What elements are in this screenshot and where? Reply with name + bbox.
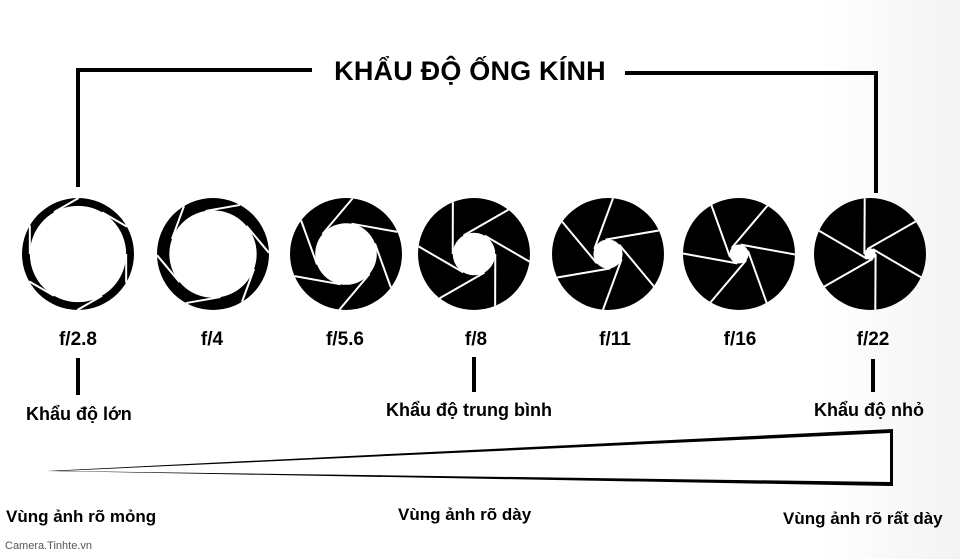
aperture-diagram: KHẨU ĐỘ ỐNG KÍNH f/2.8 f/4 f/5.6 f/8 f/1… [0, 0, 960, 559]
aperture-icon-f22 [814, 198, 926, 310]
top-bracket-left [76, 68, 312, 187]
aperture-icon-f4 [156, 198, 270, 310]
diagram-title: KHẨU ĐỘ ỐNG KÍNH [334, 56, 606, 86]
fstop-label-f11: f/11 [599, 329, 631, 350]
watermark: Camera.Tinhte.vn [5, 540, 93, 552]
category-medium-aperture: Khẩu độ trung bình [386, 400, 552, 420]
dof-deep: Vùng ảnh rõ rất dày [783, 509, 943, 528]
fstop-label-f16: f/16 [723, 329, 757, 350]
fstop-label-f5-6: f/5.6 [325, 329, 365, 350]
dof-medium: Vùng ảnh rõ dày [398, 505, 532, 524]
fstop-label-f2-8: f/2.8 [58, 329, 98, 350]
depth-of-field-wedge-inner [60, 433, 890, 482]
dof-shallow: Vùng ảnh rõ mỏng [6, 507, 157, 526]
aperture-icon-f2-8 [22, 197, 134, 311]
top-bracket-right [625, 71, 878, 193]
fstop-label-f4: f/4 [200, 329, 224, 350]
fstop-label-f22: f/22 [856, 329, 890, 350]
aperture-icon-f8 [418, 198, 530, 310]
category-large-aperture: Khẩu độ lớn [26, 404, 132, 424]
category-small-aperture: Khẩu độ nhỏ [814, 400, 924, 420]
aperture-icon-f5-6 [290, 197, 402, 311]
aperture-icon-f16 [682, 198, 796, 310]
aperture-icons [22, 197, 926, 311]
aperture-icon-f11 [552, 197, 664, 311]
fstop-label-f8: f/8 [464, 329, 488, 350]
